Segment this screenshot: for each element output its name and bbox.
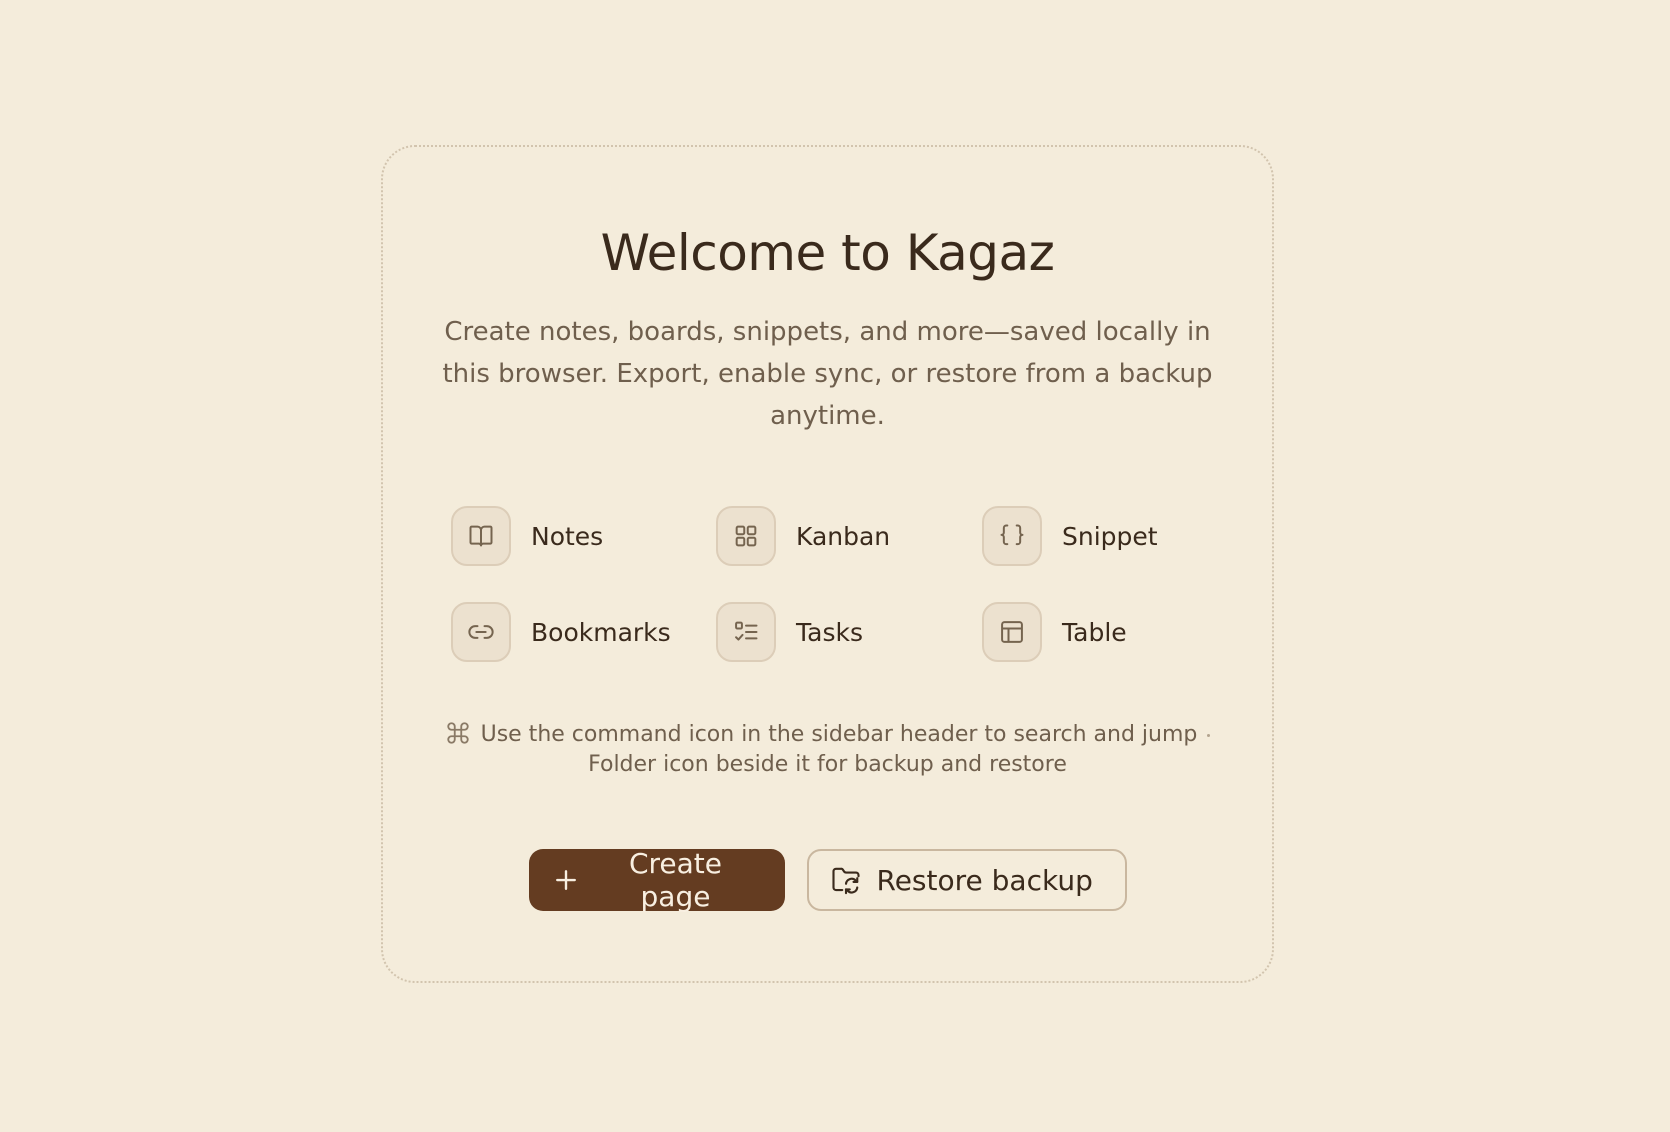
feature-label: Snippet: [1062, 521, 1158, 551]
create-page-button[interactable]: Create page: [528, 847, 785, 913]
feature-label: Kanban: [796, 521, 891, 551]
command-icon: [445, 720, 471, 746]
book-open-icon: [451, 506, 511, 566]
grid-icon: [716, 506, 776, 566]
separator-dot: [1207, 733, 1211, 737]
folder-sync-icon: [831, 867, 860, 895]
feature-grid: Notes Kanban Snippet Bookmarks Tasks Tab…: [451, 504, 1211, 664]
table-icon: [982, 602, 1042, 662]
link-icon: [451, 602, 511, 662]
welcome-subtitle: Create notes, boards, snippets, and more…: [442, 317, 1213, 431]
checklist-icon: [716, 602, 776, 662]
hint-line-1: Use the command icon in the sidebar head…: [480, 722, 1198, 747]
restore-backup-label: Restore backup: [876, 863, 1093, 897]
action-buttons: Create page Restore backup: [383, 847, 1272, 913]
feature-table[interactable]: Table: [982, 600, 1127, 664]
welcome-title: Welcome to Kagaz: [600, 224, 1055, 282]
braces-icon: [982, 506, 1042, 566]
hint-line-2: Folder icon beside it for backup and res…: [588, 752, 1067, 777]
restore-backup-button[interactable]: Restore backup: [806, 849, 1127, 911]
feature-label: Notes: [531, 521, 604, 551]
feature-tasks[interactable]: Tasks: [716, 600, 863, 664]
create-page-label: Create page: [628, 847, 723, 913]
command-hint: Use the command icon in the sidebar head…: [443, 720, 1212, 780]
feature-label: Table: [1062, 617, 1127, 647]
welcome-card: Welcome to Kagaz Create notes, boards, s…: [381, 145, 1274, 983]
feature-label: Bookmarks: [531, 617, 671, 647]
feature-snippet[interactable]: Snippet: [982, 504, 1158, 568]
feature-kanban[interactable]: Kanban: [716, 504, 890, 568]
feature-notes[interactable]: Notes: [451, 504, 603, 568]
plus-icon: [555, 870, 576, 890]
feature-bookmarks[interactable]: Bookmarks: [451, 600, 671, 664]
feature-label: Tasks: [796, 617, 863, 647]
